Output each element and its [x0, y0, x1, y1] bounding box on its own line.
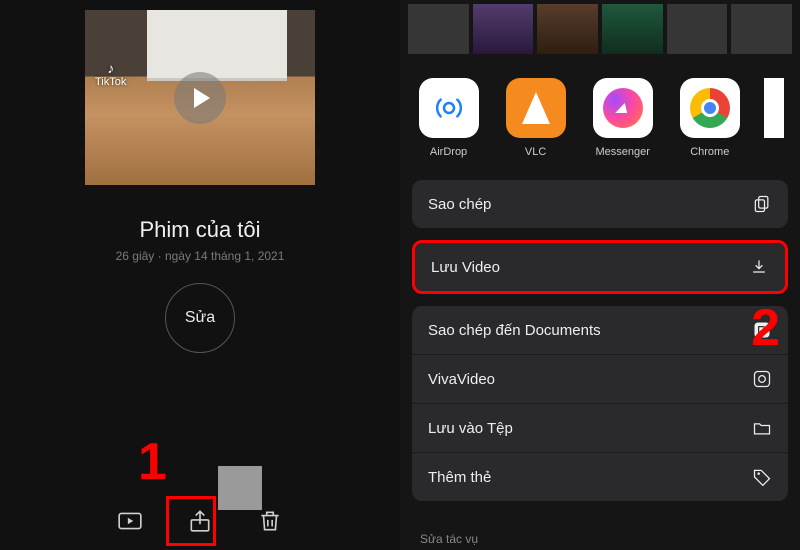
play-icon[interactable] — [174, 72, 226, 124]
thumbnail[interactable] — [408, 4, 469, 54]
thumbnail[interactable] — [473, 4, 534, 54]
action-label: VivaVideo — [428, 371, 495, 388]
airdrop-icon — [419, 78, 479, 138]
movie-detail-pane: ♪ TikTok Phim của tôi 26 giây · ngày 14 … — [0, 0, 400, 550]
tiktok-watermark: ♪ TikTok — [95, 60, 126, 88]
download-icon — [749, 257, 769, 277]
play-rect-icon[interactable] — [113, 504, 147, 538]
vivavideo-icon — [752, 369, 772, 389]
action-label: Lưu Video — [431, 259, 500, 276]
action-label: Lưu vào Tệp — [428, 420, 513, 437]
app-label: Chrome — [690, 146, 729, 158]
bottom-toolbar — [0, 504, 400, 538]
share-sheet-pane: AirDrop VLC Messenger Chrome Sao — [400, 0, 800, 550]
action-label: Sao chép — [428, 196, 491, 213]
thumbnail[interactable] — [537, 4, 598, 54]
action-label: Sao chép đến Documents — [428, 322, 601, 339]
share-app-messenger[interactable]: Messenger — [590, 78, 655, 158]
share-button[interactable] — [183, 504, 217, 538]
video-thumbnail[interactable]: ♪ TikTok — [85, 10, 315, 185]
recent-thumbnails — [400, 0, 800, 54]
tag-icon — [752, 467, 772, 487]
action-label: Thêm thẻ — [428, 469, 491, 486]
action-group: Sao chép đến Documents VivaVideo Lưu vào… — [412, 306, 788, 501]
action-save-video[interactable]: Lưu Video — [415, 243, 785, 291]
thumbnail[interactable] — [667, 4, 728, 54]
app-label: Messenger — [595, 146, 649, 158]
movie-title: Phim của tôi — [139, 217, 260, 243]
thumbnail[interactable] — [602, 4, 663, 54]
messenger-icon — [593, 78, 653, 138]
share-app-airdrop[interactable]: AirDrop — [416, 78, 481, 158]
gray-overlay — [218, 466, 262, 510]
edit-label: Sửa — [185, 309, 215, 327]
copy-icon — [752, 194, 772, 214]
action-add-tags[interactable]: Thêm thẻ — [412, 453, 788, 501]
vlc-icon — [506, 78, 566, 138]
action-save-to-files[interactable]: Lưu vào Tệp — [412, 404, 788, 453]
annotation-step-1: 1 — [138, 432, 167, 492]
edit-button[interactable]: Sửa — [165, 283, 235, 353]
app-label: AirDrop — [430, 146, 467, 158]
app-label: VLC — [525, 146, 546, 158]
share-app-chrome[interactable]: Chrome — [677, 78, 742, 158]
action-copy-to-documents[interactable]: Sao chép đến Documents — [412, 306, 788, 355]
thumbnail[interactable] — [731, 4, 792, 54]
music-note-icon: ♪ — [107, 60, 114, 76]
chrome-icon — [680, 78, 740, 138]
movie-subtitle: 26 giây · ngày 14 tháng 1, 2021 — [116, 249, 285, 263]
app-icon-partial — [764, 78, 784, 138]
action-group: Sao chép — [412, 180, 788, 228]
annotation-highlight-save: Lưu Video — [412, 240, 788, 294]
share-app-row: AirDrop VLC Messenger Chrome — [400, 54, 800, 166]
actions-list: Sao chép Lưu Video Sao chép đến Document… — [412, 180, 788, 513]
folder-icon — [752, 418, 772, 438]
annotation-step-2: 2 — [751, 298, 780, 358]
share-app-vlc[interactable]: VLC — [503, 78, 568, 158]
action-vivavideo[interactable]: VivaVideo — [412, 355, 788, 404]
action-copy[interactable]: Sao chép — [412, 180, 788, 228]
share-app-more[interactable] — [764, 78, 784, 138]
edit-actions-link[interactable]: Sửa tác vụ — [420, 532, 478, 546]
